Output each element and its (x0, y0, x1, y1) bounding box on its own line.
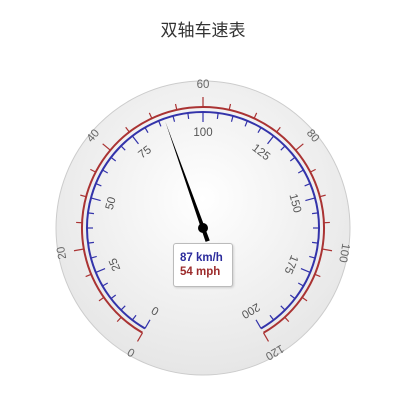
speedometer-gauge: 0204060801001200255075100125150175200 (55, 79, 351, 376)
kmh-minor-tick (87, 212, 95, 215)
needle-pivot (198, 223, 208, 233)
readout-mph: 54 mph (180, 266, 221, 278)
kmh-minor-tick (216, 112, 219, 120)
kmh-minor-tick (87, 241, 95, 244)
kmh-tick-label: 100 (193, 127, 212, 139)
kmh-minor-tick (311, 212, 319, 215)
readout-kmh: 87 km/h (180, 252, 223, 264)
mph-tick-label: 20 (55, 245, 69, 260)
kmh-minor-tick (187, 112, 190, 120)
kmh-minor-tick (311, 241, 319, 244)
value-readout: 87 km/h 54 mph (173, 243, 233, 287)
mph-tick-label: 60 (197, 79, 210, 91)
